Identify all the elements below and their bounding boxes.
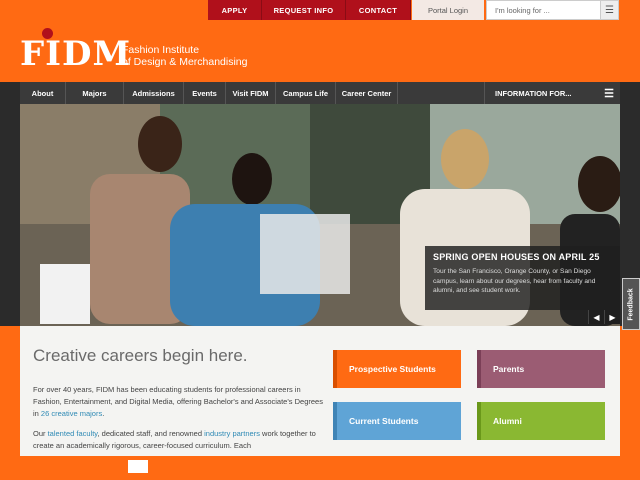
current-students-button[interactable]: Current Students xyxy=(333,402,461,440)
logo-name: Fashion Institute of Design & Merchandis… xyxy=(122,44,247,68)
fidm-logo[interactable]: FIDM Fashion Institute of Design & Merch… xyxy=(20,28,260,78)
search-placeholder: I'm looking for ... xyxy=(495,6,550,15)
caption-title: SPRING OPEN HOUSES ON APRIL 25 xyxy=(433,252,600,262)
nav-about[interactable]: About xyxy=(20,82,66,104)
main-nav: About Majors Admissions Events Visit FID… xyxy=(20,82,620,104)
main-content: Creative careers begin here. For over 40… xyxy=(20,326,620,456)
parents-button[interactable]: Parents xyxy=(477,350,605,388)
faculty-paragraph: Our talented faculty, dedicated staff, a… xyxy=(33,428,323,452)
information-for-menu[interactable]: INFORMATION FOR... ☰ xyxy=(484,82,620,104)
hero-caption[interactable]: SPRING OPEN HOUSES ON APRIL 25 Tour the … xyxy=(425,246,620,310)
page-heading: Creative careers begin here. xyxy=(33,346,248,365)
contact-button[interactable]: CONTACT xyxy=(346,0,411,20)
nav-career-center[interactable]: Career Center xyxy=(336,82,398,104)
portal-login-link[interactable]: Portal Login xyxy=(412,0,484,20)
nav-events[interactable]: Events xyxy=(184,82,226,104)
intro-paragraph: For over 40 years, FIDM has been educati… xyxy=(33,384,323,420)
next-arrow-icon[interactable]: ▶ xyxy=(604,310,620,324)
logo-line2: of Design & Merchandising xyxy=(122,56,248,68)
logo-mark: FIDM xyxy=(20,34,132,74)
faculty-text-b: , dedicated staff, and renowned xyxy=(97,429,205,438)
search-dropdown[interactable]: I'm looking for ... ☰ xyxy=(486,0,619,20)
apply-button[interactable]: APPLY xyxy=(208,0,262,20)
left-side-panel xyxy=(0,82,20,326)
industry-partners-link[interactable]: industry partners xyxy=(204,429,260,438)
caption-text: Tour the San Francisco, Orange County, o… xyxy=(433,268,596,294)
alumni-button[interactable]: Alumni xyxy=(477,402,605,440)
menu-icon[interactable]: ☰ xyxy=(600,1,618,19)
faculty-text-a: Our xyxy=(33,429,48,438)
bottom-bar xyxy=(0,456,640,480)
majors-link[interactable]: 26 creative majors xyxy=(41,409,102,418)
hamburger-icon: ☰ xyxy=(604,88,614,100)
information-for-label: INFORMATION FOR... xyxy=(495,88,572,98)
slider-controls: ◀ ▶ xyxy=(588,310,620,324)
nav-campus-life[interactable]: Campus Life xyxy=(276,82,336,104)
nav-visit-fidm[interactable]: Visit FIDM xyxy=(226,82,276,104)
bottom-bar-widget[interactable] xyxy=(128,460,148,473)
nav-admissions[interactable]: Admissions xyxy=(124,82,184,104)
logo-line1: Fashion Institute xyxy=(122,44,200,56)
feedback-tab[interactable]: Feedback xyxy=(622,278,640,330)
prev-arrow-icon[interactable]: ◀ xyxy=(588,310,604,324)
request-info-button[interactable]: REQUEST INFO xyxy=(262,0,346,20)
prospective-students-button[interactable]: Prospective Students xyxy=(333,350,461,388)
faculty-link[interactable]: talented faculty xyxy=(48,429,98,438)
feedback-label: Feedback xyxy=(627,287,635,321)
intro-end: . xyxy=(102,409,105,418)
nav-majors[interactable]: Majors xyxy=(66,82,124,104)
